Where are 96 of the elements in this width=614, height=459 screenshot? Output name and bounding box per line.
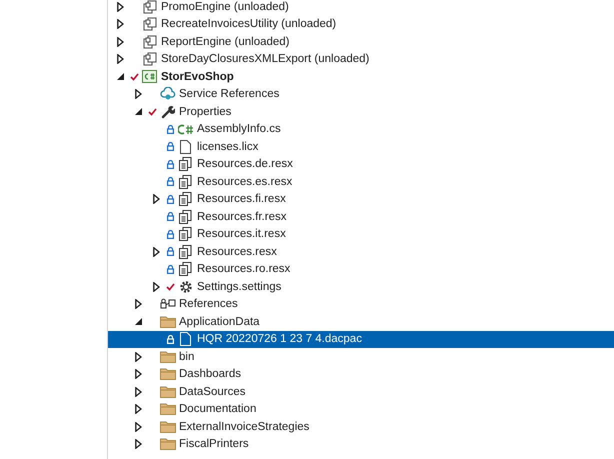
tree-item-label: ExternalInvoiceStrategies xyxy=(179,420,310,433)
tree-item-label: Documentation xyxy=(179,403,256,416)
collapsed-arrow-icon[interactable] xyxy=(134,299,142,310)
folder-icon xyxy=(160,350,176,363)
tree-item-label: Settings.settings xyxy=(197,280,282,293)
tree-row[interactable]: DataSources xyxy=(108,383,614,400)
tree-item-label: FiscalPrinters xyxy=(179,438,249,450)
tree-item-label: ApplicationData xyxy=(179,316,260,328)
tree-item-label: Resources.ro.resx xyxy=(197,263,290,276)
tree-item-label: References xyxy=(179,298,238,310)
tree-item-label: AssemblyInfo.cs xyxy=(197,123,281,136)
tree-row[interactable]: StoreDayClosuresXMLExport (unloaded) xyxy=(108,50,614,68)
folder-icon xyxy=(160,403,176,416)
tree-row[interactable]: HQR 20220726 1 23 7 4.dacpac xyxy=(108,330,614,348)
collapsed-arrow-icon[interactable] xyxy=(134,439,142,450)
tree-item-label: Dashboards xyxy=(179,368,242,380)
tree-item-label: StorEvoShop xyxy=(161,70,234,83)
tree-row[interactable]: Resources.fi.resx xyxy=(108,190,614,208)
tree-item-label: Service References xyxy=(179,88,280,100)
resource-file-icon xyxy=(179,227,192,242)
project-icon xyxy=(142,52,156,66)
resource-file-icon xyxy=(179,157,192,172)
project-icon xyxy=(142,17,156,32)
wrench-icon xyxy=(160,104,174,119)
tree-row[interactable]: PromoEngine (unloaded) xyxy=(108,0,614,16)
tree-item-label: HQR 20220726 1 23 7 4.dacpac xyxy=(197,333,362,346)
folder-icon xyxy=(160,368,176,380)
tree-item-label: Resources.de.resx xyxy=(197,158,293,170)
tree-row[interactable]: Resources.ro.resx xyxy=(108,260,614,278)
tree-row[interactable]: AssemblyInfo.cs xyxy=(108,120,614,138)
tree-row[interactable]: ApplicationData xyxy=(108,313,614,330)
folder-icon xyxy=(160,316,176,328)
csharp-project-icon xyxy=(142,70,157,84)
tree-row[interactable]: Resources.it.resx xyxy=(108,226,614,243)
project-icon xyxy=(142,34,156,49)
tree-row[interactable]: bin xyxy=(108,348,614,366)
folder-icon xyxy=(160,386,176,398)
tree-item-label: Resources.es.resx xyxy=(197,176,292,188)
resource-file-icon xyxy=(179,244,192,259)
tree-row[interactable]: Service References xyxy=(108,86,614,103)
resource-file-icon xyxy=(179,210,192,224)
file-icon xyxy=(180,140,191,154)
collapsed-arrow-icon[interactable] xyxy=(116,36,124,47)
expanded-arrow-icon[interactable] xyxy=(134,108,142,116)
project-icon xyxy=(142,0,156,14)
collapsed-arrow-icon[interactable] xyxy=(134,422,142,432)
tree-row[interactable]: StorEvoShop xyxy=(108,68,614,86)
expanded-arrow-icon[interactable] xyxy=(134,318,142,326)
folder-icon xyxy=(160,420,176,433)
tree-row[interactable]: FiscalPrinters xyxy=(108,436,614,453)
tree-item-label: Properties xyxy=(179,106,232,118)
tree-row[interactable]: ExternalInvoiceStrategies xyxy=(108,418,614,436)
collapsed-arrow-icon[interactable] xyxy=(134,369,142,380)
tree-row[interactable]: Resources.de.resx xyxy=(108,156,614,173)
gear-icon xyxy=(178,280,192,294)
tree-row[interactable]: Properties xyxy=(108,103,614,120)
tree-row[interactable]: Documentation xyxy=(108,400,614,418)
tree-row[interactable]: RecreateInvoicesUtility (unloaded) xyxy=(108,16,614,33)
resource-file-icon xyxy=(179,174,192,189)
tree-item-label: Resources.resx xyxy=(197,246,277,258)
tree-item-label: DataSources xyxy=(179,386,246,398)
tree-item-label: ReportEngine (unloaded) xyxy=(161,36,290,48)
collapsed-arrow-icon[interactable] xyxy=(134,89,142,100)
collapsed-arrow-icon[interactable] xyxy=(152,282,160,292)
tree-item-label: Resources.it.resx xyxy=(197,228,286,240)
tree-item-label: Resources.fr.resx xyxy=(197,210,286,223)
tree-row[interactable]: Dashboards xyxy=(108,366,614,383)
collapsed-arrow-icon[interactable] xyxy=(134,352,142,362)
collapsed-arrow-icon[interactable] xyxy=(134,386,142,397)
tree-row[interactable]: Resources.fr.resx xyxy=(108,208,614,226)
tree-row[interactable]: licenses.licx xyxy=(108,138,614,156)
tree-row[interactable]: Resources.resx xyxy=(108,243,614,260)
collapsed-arrow-icon[interactable] xyxy=(116,54,124,64)
resource-file-icon xyxy=(179,262,192,276)
collapsed-arrow-icon[interactable] xyxy=(152,246,160,257)
tree-item-label: bin xyxy=(179,350,194,363)
tree-row[interactable]: References xyxy=(108,296,614,313)
expanded-arrow-icon[interactable] xyxy=(116,73,124,80)
tree-item-label: StoreDayClosuresXMLExport (unloaded) xyxy=(161,53,370,66)
references-icon xyxy=(160,298,176,310)
tree-item-label: PromoEngine (unloaded) xyxy=(161,0,289,13)
tree-item-label: Resources.fi.resx xyxy=(197,193,286,206)
collapsed-arrow-icon[interactable] xyxy=(152,194,160,204)
folder-icon xyxy=(160,438,176,450)
tree-row[interactable]: ReportEngine (unloaded) xyxy=(108,33,614,50)
tree-row[interactable]: Resources.es.resx xyxy=(108,173,614,190)
csharp-file-icon xyxy=(178,124,194,135)
collapsed-arrow-icon[interactable] xyxy=(116,19,124,30)
tree-row[interactable]: Settings.settings xyxy=(108,278,614,296)
tree-item-label: licenses.licx xyxy=(197,140,258,153)
collapsed-arrow-icon[interactable] xyxy=(134,404,142,414)
resource-file-icon xyxy=(179,192,192,206)
file-icon xyxy=(180,332,191,346)
tree-item-label: RecreateInvoicesUtility (unloaded) xyxy=(161,18,336,30)
collapsed-arrow-icon[interactable] xyxy=(116,2,124,12)
cloud-icon xyxy=(160,87,176,102)
